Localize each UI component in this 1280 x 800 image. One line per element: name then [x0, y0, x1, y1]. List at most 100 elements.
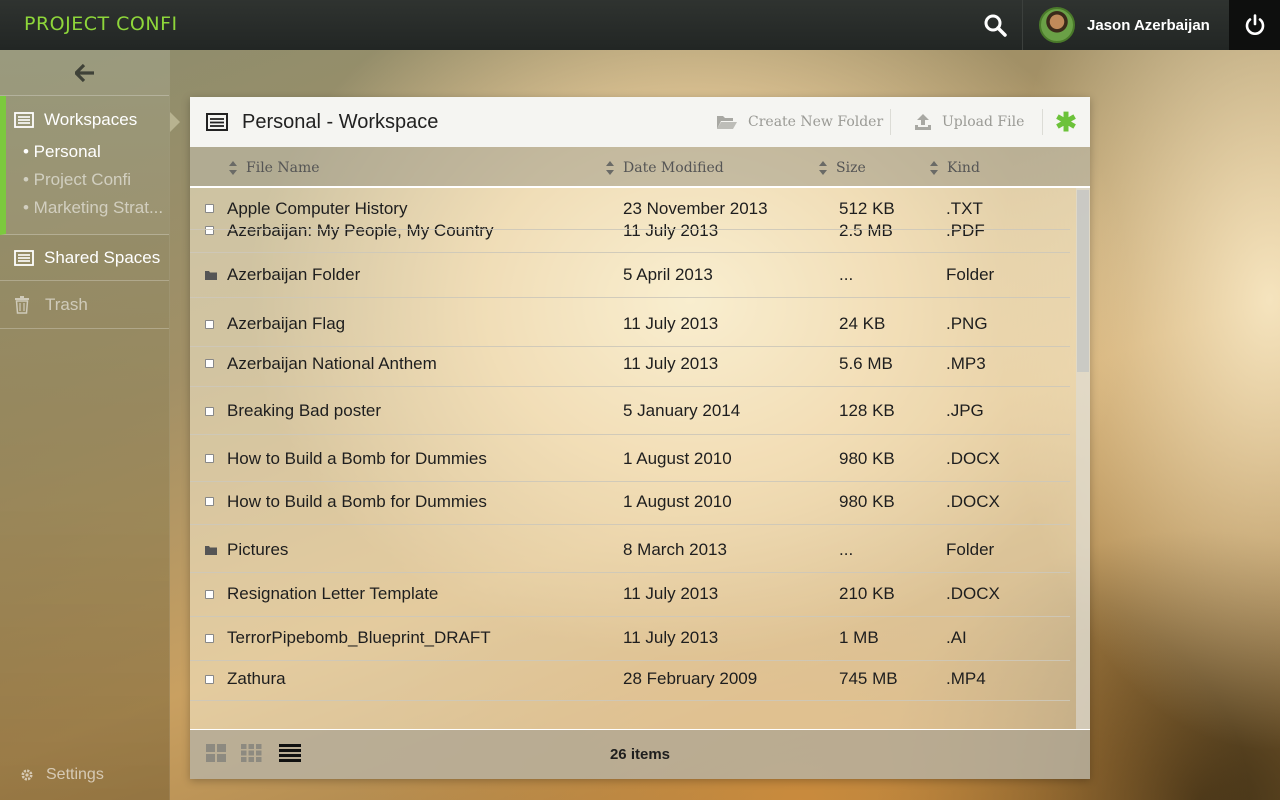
checkbox-icon[interactable] [205, 436, 214, 481]
user-menu[interactable]: Jason Azerbaijan [1022, 0, 1228, 50]
app-logo[interactable]: PROJECT CONFI [24, 13, 178, 35]
checkbox-icon[interactable] [205, 341, 214, 386]
file-browser-panel: Personal - Workspace Create New Folder U… [190, 97, 1090, 779]
file-row[interactable]: Resignation Letter Template 11 July 2013 2… [190, 572, 1070, 617]
power-icon [1245, 14, 1264, 35]
sidebar-item-shared-spaces[interactable]: Shared Spaces [0, 235, 169, 281]
file-kind: Folder [946, 540, 995, 559]
file-size: 5.6 MB [839, 353, 893, 373]
items-count: 26 items [609, 746, 671, 763]
file-size: 980 KB [839, 448, 895, 468]
file-list: Zathura 28 February 2009 745 MB .MP4 TerrorP… [190, 188, 1090, 729]
file-row[interactable]: How to Build a Bomb for Dummies 1 August … [190, 479, 1070, 525]
column-headers: File Name Date Modified Size Kind [190, 147, 1090, 188]
column-label: Kind [947, 159, 980, 176]
options-button[interactable]: ✱ [1055, 97, 1077, 147]
sort-icon [228, 160, 238, 176]
scrollbar-thumb[interactable] [1077, 190, 1089, 372]
file-date: 11 July 2013 [623, 314, 719, 333]
page-title: Personal - Workspace [242, 110, 439, 133]
sidebar-item-trash[interactable]: Trash [0, 281, 169, 329]
folder-icon [205, 528, 217, 572]
scrollbar[interactable] [1076, 188, 1090, 729]
settings-button[interactable]: Settings [20, 766, 104, 784]
file-name: Resignation Letter Template [227, 584, 439, 603]
column-header-file-name[interactable]: File Name [228, 147, 320, 188]
back-arrow-icon [74, 63, 94, 82]
folder-row[interactable]: Pictures 8 March 2013... Folder [190, 528, 1070, 573]
column-header-kind[interactable]: Kind [929, 147, 980, 188]
sidebar-item-marketing-strategy[interactable]: • Marketing Strat... [6, 194, 169, 222]
file-row[interactable]: Azerbaijan Flag 11 July 2013 24 KB .PNG [190, 302, 1070, 347]
checkbox-icon[interactable] [205, 388, 214, 434]
logout-button[interactable] [1229, 0, 1280, 50]
file-row[interactable]: Breaking Bad poster 5 January 2014 128 KB.… [190, 388, 1070, 435]
file-size: 210 KB [839, 584, 895, 603]
upload-icon [914, 113, 932, 131]
file-name: Azerbaijan Flag [227, 314, 346, 333]
settings-label: Settings [46, 766, 104, 783]
sidebar: Workspaces • Personal • Project Confi • … [0, 50, 180, 800]
checkbox-icon[interactable] [205, 572, 214, 616]
file-name: Azerbaijan National Anthem [227, 353, 437, 373]
column-header-size[interactable]: Size [818, 147, 866, 188]
back-button[interactable] [0, 50, 169, 96]
sidebar-item-project-confi[interactable]: • Project Confi [6, 166, 169, 194]
file-name: How to Build a Bomb for Dummies [227, 491, 487, 511]
checkbox-icon[interactable] [205, 302, 214, 346]
list-icon [206, 113, 228, 131]
list-icon [14, 249, 36, 266]
sort-icon [605, 160, 615, 176]
panel-footer: 26 items [190, 729, 1090, 779]
file-row[interactable]: How to Build a Bomb for Dummies 1 August … [190, 436, 1070, 482]
file-kind: .DOCX [946, 491, 1000, 511]
sidebar-item-workspaces[interactable]: Workspaces [6, 108, 169, 132]
file-size: ... [839, 540, 854, 559]
divider [890, 109, 891, 135]
sidebar-item-label: Shared Spaces [44, 247, 161, 267]
gear-icon [20, 768, 34, 782]
file-row[interactable]: Zathura 28 February 2009 745 MB .MP4 [190, 658, 1070, 701]
file-name: How to Build a Bomb for Dummies [227, 448, 487, 468]
file-row[interactable]: Apple Computer History 23 November 2013 51… [190, 188, 1070, 230]
file-kind: .MP3 [946, 353, 986, 373]
file-size: 24 KB [839, 314, 886, 333]
file-kind: .TXT [946, 198, 983, 218]
workspaces-section: Workspaces • Personal • Project Confi • … [0, 96, 180, 235]
sidebar-item-label: Trash [45, 294, 88, 314]
file-date: 8 March 2013 [623, 540, 727, 559]
search-button[interactable] [970, 0, 1020, 50]
file-name: Breaking Bad poster [227, 401, 382, 420]
sidebar-item-personal[interactable]: • Personal [6, 138, 169, 166]
checkbox-icon[interactable] [205, 658, 214, 700]
column-label: File Name [246, 159, 320, 176]
file-kind: Folder [946, 264, 995, 284]
folder-row[interactable]: Azerbaijan Folder 5 April 2013... Folder [190, 252, 1070, 298]
folder-open-icon [716, 114, 738, 130]
file-name: Zathura [227, 669, 286, 688]
sidebar-item-label: Workspaces [44, 110, 138, 129]
divider [1042, 109, 1043, 135]
avatar [1039, 7, 1075, 43]
file-row[interactable]: TerrorPipebomb_Blueprint_DRAFT 11 July 20… [190, 616, 1070, 661]
checkbox-icon[interactable] [205, 479, 214, 524]
column-header-date-modified[interactable]: Date Modified [605, 147, 724, 188]
file-date: 11 July 2013 [623, 353, 719, 373]
create-folder-button[interactable]: Create New Folder [716, 97, 883, 147]
file-size: 512 KB [839, 198, 895, 218]
upload-file-label: Upload File [942, 114, 1025, 130]
checkbox-icon[interactable] [205, 616, 214, 660]
file-date: 5 April 2013 [623, 264, 713, 284]
top-bar: PROJECT CONFI Jason Azerbaijan [0, 0, 1280, 50]
file-row[interactable]: Azerbaijan National Anthem 11 July 2013 5.… [190, 341, 1070, 387]
checkbox-icon[interactable] [205, 188, 214, 229]
file-date: 1 August 2010 [623, 448, 732, 468]
file-name: Azerbaijan Folder [227, 264, 361, 284]
file-date: 23 November 2013 [623, 198, 768, 218]
upload-file-button[interactable]: Upload File [914, 97, 1024, 147]
file-size: ... [839, 264, 854, 284]
file-name: Apple Computer History [227, 198, 408, 218]
asterisk-icon: ✱ [1055, 106, 1077, 137]
list-icon [14, 112, 36, 128]
folder-icon [205, 252, 217, 297]
